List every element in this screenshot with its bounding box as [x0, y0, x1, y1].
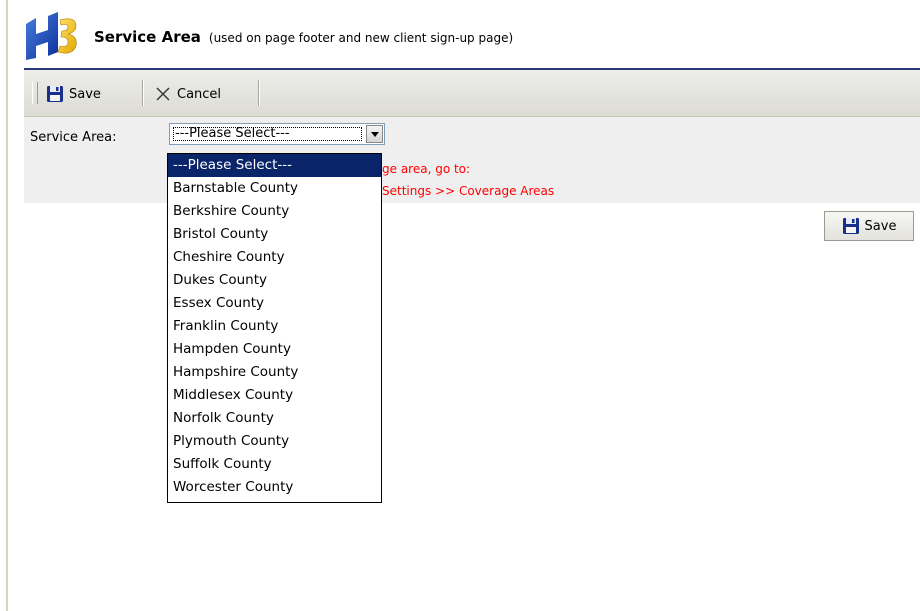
- toolbar-separator: [258, 80, 259, 106]
- dropdown-option[interactable]: Franklin County: [168, 315, 381, 338]
- toolbar-grip: [32, 82, 38, 104]
- floppy-disk-icon: [842, 217, 860, 235]
- hint-line-2: Settings >> Coverage Areas: [382, 184, 555, 198]
- service-area-select[interactable]: ---Please Select---: [169, 123, 385, 145]
- dropdown-option[interactable]: Cheshire County: [168, 246, 381, 269]
- chevron-down-icon[interactable]: [366, 125, 383, 143]
- x-icon: [154, 85, 172, 103]
- page-header: Service Area (used on page footer and new…: [24, 10, 920, 68]
- select-value: ---Please Select---: [171, 125, 364, 143]
- dropdown-option[interactable]: Barnstable County: [168, 177, 381, 200]
- title-text: Service Area: [94, 28, 201, 46]
- dropdown-option[interactable]: Essex County: [168, 292, 381, 315]
- dropdown-option[interactable]: Bristol County: [168, 223, 381, 246]
- page-title: Service Area (used on page footer and new…: [94, 28, 513, 46]
- save-button[interactable]: Save: [824, 211, 914, 241]
- dropdown-option[interactable]: Middlesex County: [168, 384, 381, 407]
- dropdown-option[interactable]: Worcester County: [168, 476, 381, 499]
- dropdown-option[interactable]: Suffolk County: [168, 453, 381, 476]
- toolbar-separator: [142, 80, 143, 106]
- dropdown-option[interactable]: ---Please Select---: [168, 154, 381, 177]
- dropdown-option[interactable]: Plymouth County: [168, 430, 381, 453]
- toolbar: Save Cancel: [24, 70, 920, 117]
- title-subtitle: (used on page footer and new client sign…: [208, 31, 514, 45]
- save-button-label: Save: [864, 218, 897, 234]
- left-border: [6, 0, 8, 611]
- floppy-disk-icon: [46, 85, 64, 103]
- toolbar-save-label: Save: [69, 86, 101, 102]
- service-area-form: Service Area: ---Please Select--- ge are…: [24, 117, 920, 203]
- hint-line-1: ge area, go to:: [382, 162, 471, 176]
- service-area-label: Service Area:: [30, 130, 117, 145]
- dropdown-option[interactable]: Hampshire County: [168, 361, 381, 384]
- dropdown-option[interactable]: Dukes County: [168, 269, 381, 292]
- service-area-dropdown-list: ---Please Select--- Barnstable County Berk…: [167, 153, 382, 503]
- h3-logo: [24, 12, 88, 60]
- dropdown-option[interactable]: Berkshire County: [168, 200, 381, 223]
- toolbar-save-button[interactable]: Save: [46, 83, 101, 105]
- toolbar-cancel-label: Cancel: [177, 86, 222, 102]
- dropdown-option[interactable]: Norfolk County: [168, 407, 381, 430]
- dropdown-option[interactable]: Hampden County: [168, 338, 381, 361]
- toolbar-cancel-button[interactable]: Cancel: [154, 83, 221, 105]
